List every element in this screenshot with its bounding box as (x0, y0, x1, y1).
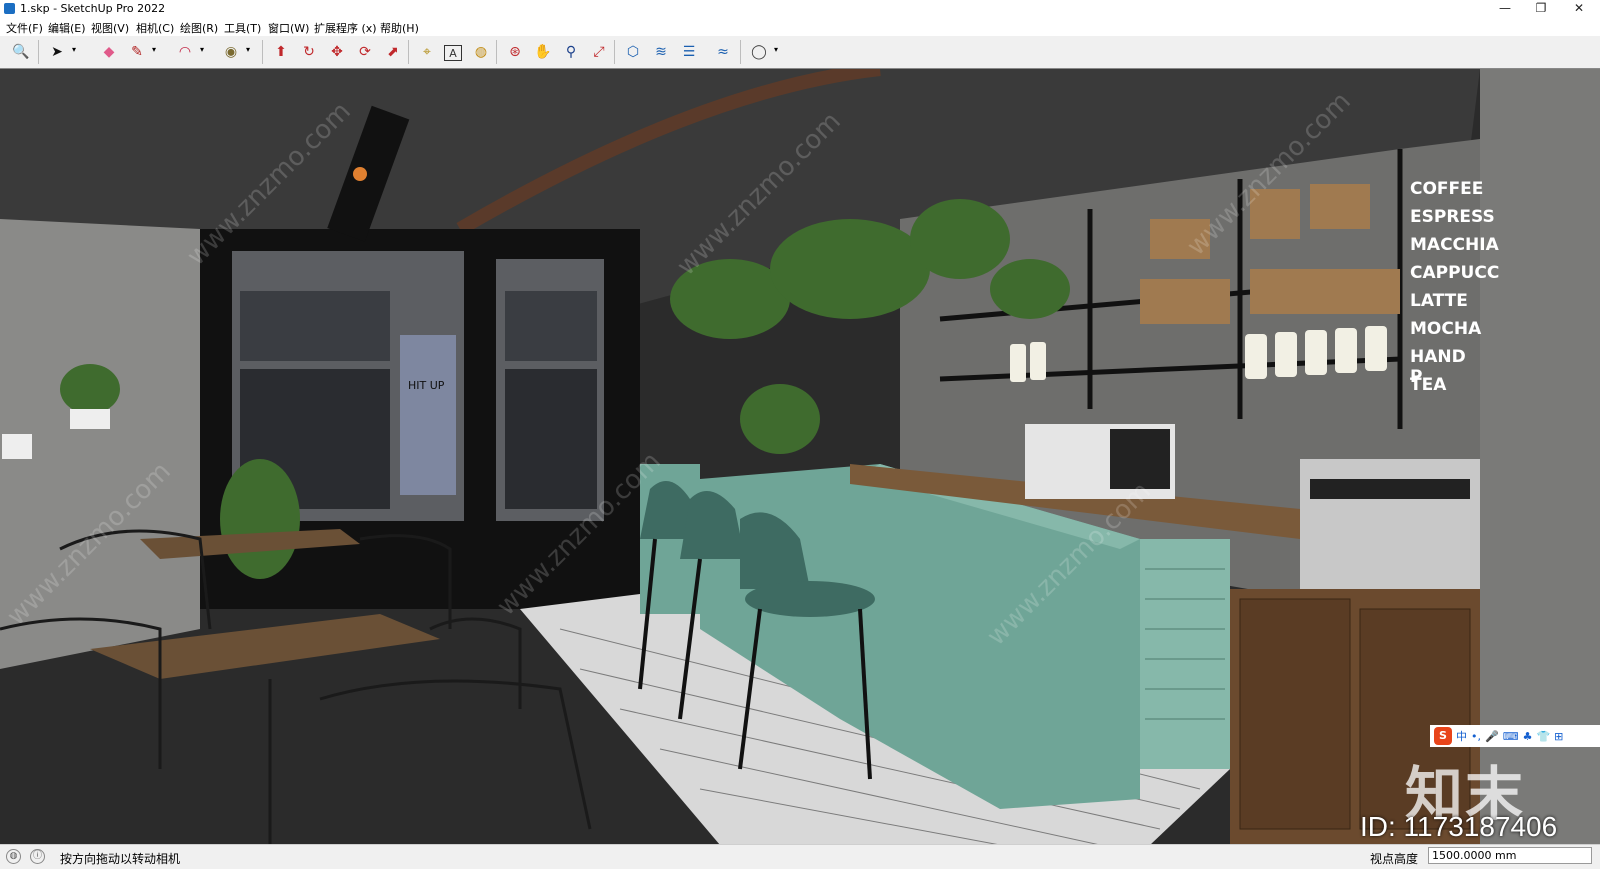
info-icon[interactable]: ⓘ (30, 849, 45, 864)
close-button[interactable]: ✕ (1562, 0, 1596, 18)
menu-help[interactable]: 帮助(H) (380, 20, 419, 36)
menu-board-item: COFFEE (1410, 179, 1484, 199)
toolbar: 🔍 ➤ ▾ ◆ ✎ ▾ ◠ ▾ ◉ ▾ ⬆ ↻ ✥ ⟳ ⬈ ⌖ A ◍ ⊛ ✋ … (0, 36, 1600, 69)
ime-grid-icon[interactable]: ⊞ (1554, 730, 1563, 743)
title-bar: 1.skp - SketchUp Pro 2022 — ❐ ✕ (0, 0, 1600, 18)
warehouse-icon[interactable]: ⬡ (622, 41, 644, 63)
text-icon[interactable]: A (444, 45, 462, 61)
extension-icon[interactable]: ≋ (650, 41, 672, 63)
follow-me-icon[interactable]: ↻ (298, 41, 320, 63)
menu-board: COFFEE ESPRESS MACCHIA CAPPUCC LATTE MOC… (1410, 179, 1500, 403)
tape-measure-icon[interactable]: ⌖ (416, 41, 438, 63)
sogou-logo-icon[interactable]: S (1434, 727, 1452, 745)
account-icon[interactable]: ◯ (748, 41, 770, 63)
menu-camera[interactable]: 相机(C) (136, 20, 174, 36)
menu-bar: 文件(F) 编辑(E) 视图(V) 相机(C) 绘图(R) 工具(T) 窗口(W… (0, 18, 1600, 36)
ime-toolbar[interactable]: S 中 •, 🎤 ⌨ ♣ 👕 ⊞ (1430, 725, 1600, 747)
minimize-button[interactable]: — (1488, 0, 1522, 18)
measurements-input[interactable] (1428, 847, 1592, 864)
chevron-down-icon[interactable]: ▾ (152, 45, 160, 54)
rotate-icon[interactable]: ⟳ (354, 41, 376, 63)
menu-file[interactable]: 文件(F) (6, 20, 43, 36)
measurements-label: 视点高度 (1370, 852, 1419, 866)
zoom-icon[interactable]: ⚲ (560, 41, 582, 63)
pan-icon[interactable]: ✋ (532, 41, 554, 63)
push-pull-icon[interactable]: ⬆ (270, 41, 292, 63)
sandbox-icon[interactable]: ≈ (712, 41, 734, 63)
orbit-icon[interactable]: ⊛ (504, 41, 526, 63)
ime-punctuation-icon[interactable]: •, (1471, 730, 1481, 743)
menu-board-item: MACCHIA (1410, 235, 1499, 255)
menu-board-item: CAPPUCC (1410, 263, 1500, 283)
toolbar-separator (408, 40, 409, 64)
ime-skin-icon[interactable]: ♣ (1523, 730, 1533, 743)
menu-edit[interactable]: 编辑(E) (48, 20, 86, 36)
chevron-down-icon[interactable]: ▾ (774, 45, 782, 54)
move-icon[interactable]: ✥ (326, 41, 348, 63)
scene-render: HIT UP (0, 69, 1600, 845)
eraser-icon[interactable]: ◆ (98, 41, 120, 63)
pencil-icon[interactable]: ✎ (126, 41, 148, 63)
layers-icon[interactable]: ☰ (678, 41, 700, 63)
menu-board-item: MOCHA (1410, 319, 1482, 339)
toolbar-separator (740, 40, 741, 64)
menu-board-item: TEA (1410, 375, 1447, 395)
toolbar-separator (614, 40, 615, 64)
arc-icon[interactable]: ◠ (174, 41, 196, 63)
model-viewport[interactable]: HIT UP COFFEE ESPRESS MACCHIA CAPPUCC LA… (0, 68, 1600, 845)
zoom-extents-icon[interactable]: 🔍 (10, 41, 32, 63)
chevron-down-icon[interactable]: ▾ (200, 45, 208, 54)
status-hint: 按方向拖动以转动相机 (60, 852, 181, 866)
toolbar-separator (262, 40, 263, 64)
menu-draw[interactable]: 绘图(R) (180, 20, 218, 36)
ime-voice-icon[interactable]: 🎤 (1485, 730, 1499, 743)
ime-clothes-icon[interactable]: 👕 (1536, 730, 1550, 743)
window-title: 1.skp - SketchUp Pro 2022 (20, 2, 166, 15)
menu-view[interactable]: 视图(V) (91, 20, 129, 36)
geo-location-icon[interactable]: ◍ (6, 849, 21, 864)
menu-window[interactable]: 窗口(W) (268, 20, 309, 36)
menu-board-item: ESPRESS (1410, 207, 1495, 227)
paint-bucket-icon[interactable]: ◍ (470, 41, 492, 63)
maximize-button[interactable]: ❐ (1524, 0, 1558, 18)
menu-extensions[interactable]: 扩展程序 (x) (314, 20, 377, 36)
shape-icon[interactable]: ◉ (220, 41, 242, 63)
chevron-down-icon[interactable]: ▾ (72, 45, 80, 54)
menu-tools[interactable]: 工具(T) (224, 20, 261, 36)
ime-chinese-toggle[interactable]: 中 (1456, 728, 1467, 744)
select-icon[interactable]: ➤ (46, 41, 68, 63)
status-bar: ◍ ⓘ 按方向拖动以转动相机 视点高度 (0, 844, 1600, 869)
sketchup-app-icon (4, 3, 15, 14)
scale-icon[interactable]: ⬈ (382, 41, 404, 63)
chevron-down-icon[interactable]: ▾ (246, 45, 254, 54)
toolbar-separator (496, 40, 497, 64)
door-sign: HIT UP (408, 379, 445, 392)
menu-board-item: LATTE (1410, 291, 1468, 311)
toolbar-separator (38, 40, 39, 64)
asset-id-label: ID: 1173187406 (1360, 811, 1558, 842)
ime-keyboard-icon[interactable]: ⌨ (1503, 730, 1519, 743)
zoom-window-icon[interactable]: ⤢ (588, 41, 610, 63)
menu-board-item: HAND P (1410, 347, 1466, 387)
